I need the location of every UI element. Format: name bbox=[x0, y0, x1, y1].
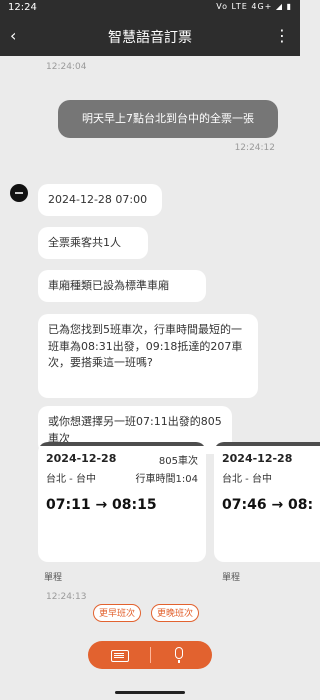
timestamp: 12:24:12 bbox=[234, 143, 275, 153]
card-date: 2024-12-28 bbox=[222, 452, 293, 465]
card-route: 台北 - 台中 bbox=[222, 474, 272, 485]
card-caption: 單程 bbox=[222, 573, 241, 583]
bot-message: 車廂種類已設為標準車廂 bbox=[38, 270, 206, 302]
status-icons: Vo LTE 4G+ ◢ ▮ bbox=[216, 2, 292, 11]
status-bar: 12:24 Vo LTE 4G+ ◢ ▮ bbox=[0, 0, 300, 18]
app-bar: ‹ 智慧語音訂票 ⋮ bbox=[0, 18, 300, 56]
card-times: 07:11 → 08:15 bbox=[46, 497, 157, 513]
bot-message: 已為您找到5班車次，行車時間最短的一班車為08:31出發，09:18抵達的207… bbox=[38, 314, 258, 398]
status-time: 12:24 bbox=[8, 2, 37, 13]
earlier-trains-chip[interactable]: 更早班次 bbox=[93, 604, 142, 622]
user-message: 明天早上7點台北到台中的全票一張 bbox=[58, 100, 278, 138]
bot-avatar bbox=[10, 184, 28, 202]
page-title: 智慧語音訂票 bbox=[108, 30, 192, 46]
timestamp: 12:24:04 bbox=[46, 62, 87, 72]
bot-message: 全票乘客共1人 bbox=[38, 227, 148, 259]
train-card[interactable]: 2024-12-28 805車次 台北 - 台中 行車時間1:04 07:11 … bbox=[38, 442, 206, 562]
microphone-button[interactable] bbox=[150, 641, 212, 669]
system-nav-bar bbox=[0, 686, 300, 700]
keyboard-button[interactable] bbox=[88, 641, 150, 669]
card-duration: 行車時間1:04 bbox=[135, 474, 198, 485]
microphone-icon bbox=[175, 647, 183, 663]
bot-message: 2024-12-28 07:00 bbox=[38, 184, 162, 216]
home-handle[interactable] bbox=[115, 691, 185, 694]
chat-area[interactable]: 12:24:04 明天早上7點台北到台中的全票一張 12:24:12 2024-… bbox=[0, 56, 320, 636]
more-vert-icon[interactable]: ⋮ bbox=[274, 26, 290, 45]
train-card[interactable]: 2024-12-28 台北 - 台中 07:46 → 08: bbox=[214, 442, 320, 562]
card-times: 07:46 → 08: bbox=[222, 497, 314, 513]
card-train-number: 805車次 bbox=[158, 456, 198, 467]
later-trains-chip[interactable]: 更晚班次 bbox=[151, 604, 200, 622]
card-top-bar bbox=[38, 442, 206, 446]
card-date: 2024-12-28 bbox=[46, 452, 117, 465]
keyboard-icon bbox=[111, 650, 129, 662]
timestamp: 12:24:13 bbox=[46, 592, 87, 602]
card-caption: 單程 bbox=[44, 573, 63, 583]
card-top-bar bbox=[214, 442, 320, 446]
card-route: 台北 - 台中 bbox=[46, 474, 96, 485]
input-control-bar bbox=[88, 641, 212, 669]
